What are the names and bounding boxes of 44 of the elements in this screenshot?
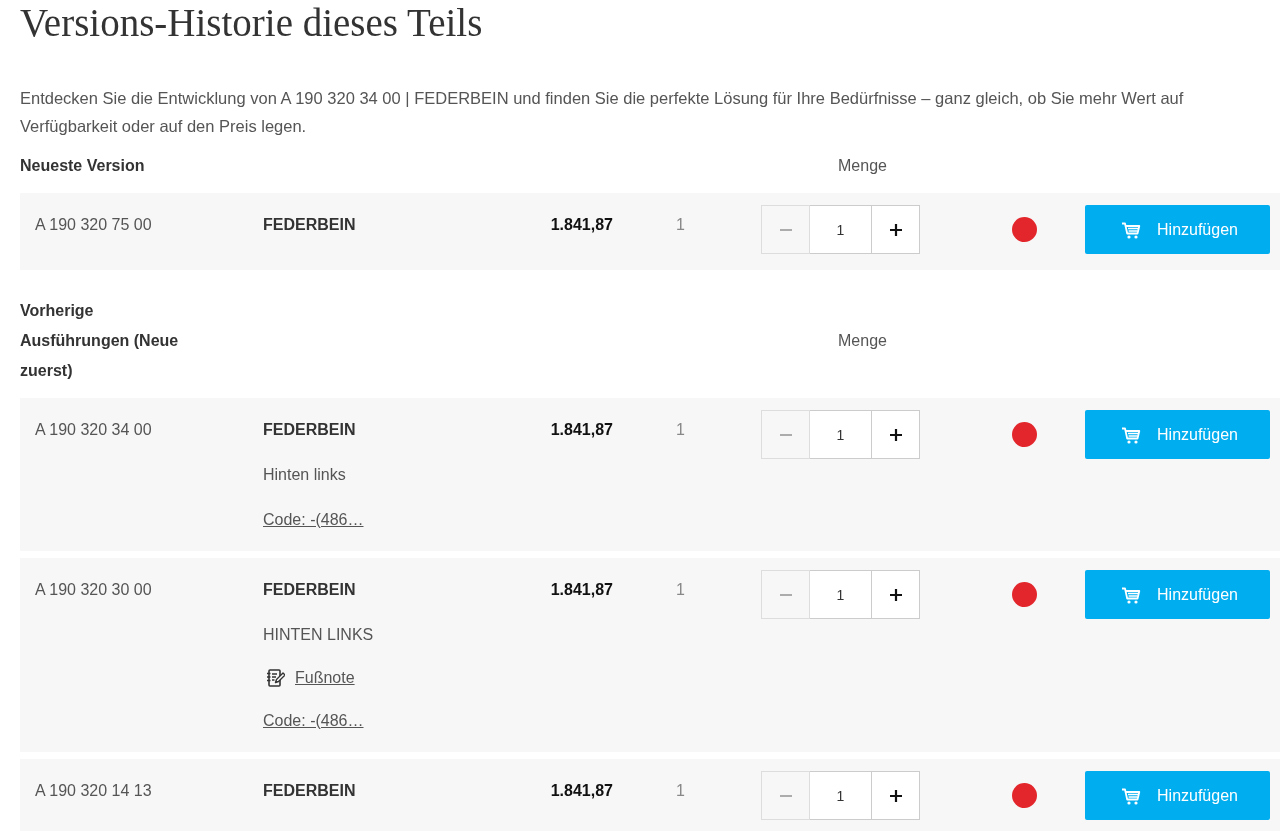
part-description: HINTEN LINKS (263, 625, 374, 645)
increase-button[interactable] (871, 410, 920, 459)
section-heading: Neueste Version (20, 156, 146, 176)
part-number: A 190 320 30 00 (35, 580, 152, 600)
unit-quantity: 1 (676, 580, 685, 600)
unit-quantity: 1 (676, 215, 685, 235)
column-heading: Menge (838, 156, 887, 176)
footnote-link[interactable]: Fußnote (295, 668, 355, 688)
intro-text: Entdecken Sie die Entwicklung von A 190 320 34 00 | FEDERBEIN und finden Sie die perfekte Lösung für Ihre Bedürfnisse – ganz gleich, ob Sie mehr Wert auf Verfügbarkeit oder auf den Preis legen. (20, 88, 1185, 137)
price: 1.841,87 (550, 420, 613, 440)
plus-icon (888, 587, 903, 602)
plus-icon (888, 427, 903, 442)
cart-icon (1121, 585, 1141, 604)
quantity-field[interactable]: 1 (810, 410, 871, 459)
part-name: FEDERBEIN (263, 580, 356, 600)
quantity-field[interactable]: 1 (810, 771, 871, 820)
note-icon (265, 668, 285, 688)
price: 1.841,87 (550, 215, 613, 235)
increase-button[interactable] (871, 771, 920, 820)
price: 1.841,87 (550, 580, 613, 600)
quantity-field[interactable]: 1 (810, 205, 871, 254)
plus-icon (888, 222, 903, 237)
part-name: FEDERBEIN (263, 781, 356, 801)
unit-quantity: 1 (676, 781, 685, 801)
price: 1.841,87 (550, 781, 613, 801)
column-heading: Menge (838, 331, 887, 351)
quantity-field[interactable]: 1 (810, 570, 871, 619)
code-link[interactable]: Code: -(486… (263, 709, 364, 733)
page-title: Versions-Historie dieses Teils (20, 0, 483, 46)
part-number: A 190 320 75 00 (35, 215, 152, 235)
cart-icon (1121, 220, 1141, 239)
unit-quantity: 1 (676, 420, 685, 440)
increase-button[interactable] (871, 205, 920, 254)
cart-icon (1121, 425, 1141, 444)
part-name: FEDERBEIN (263, 215, 356, 235)
part-number: A 190 320 14 13 (35, 781, 152, 801)
part-number: A 190 320 34 00 (35, 420, 152, 440)
cart-icon (1121, 786, 1141, 805)
plus-icon (888, 788, 903, 803)
section-heading: Vorherige Ausführungen (Neue zuerst) (20, 301, 180, 381)
part-name: FEDERBEIN (263, 420, 356, 440)
part-description: Hinten links (263, 465, 346, 485)
increase-button[interactable] (871, 570, 920, 619)
code-link[interactable]: Code: -(486… (263, 508, 364, 532)
